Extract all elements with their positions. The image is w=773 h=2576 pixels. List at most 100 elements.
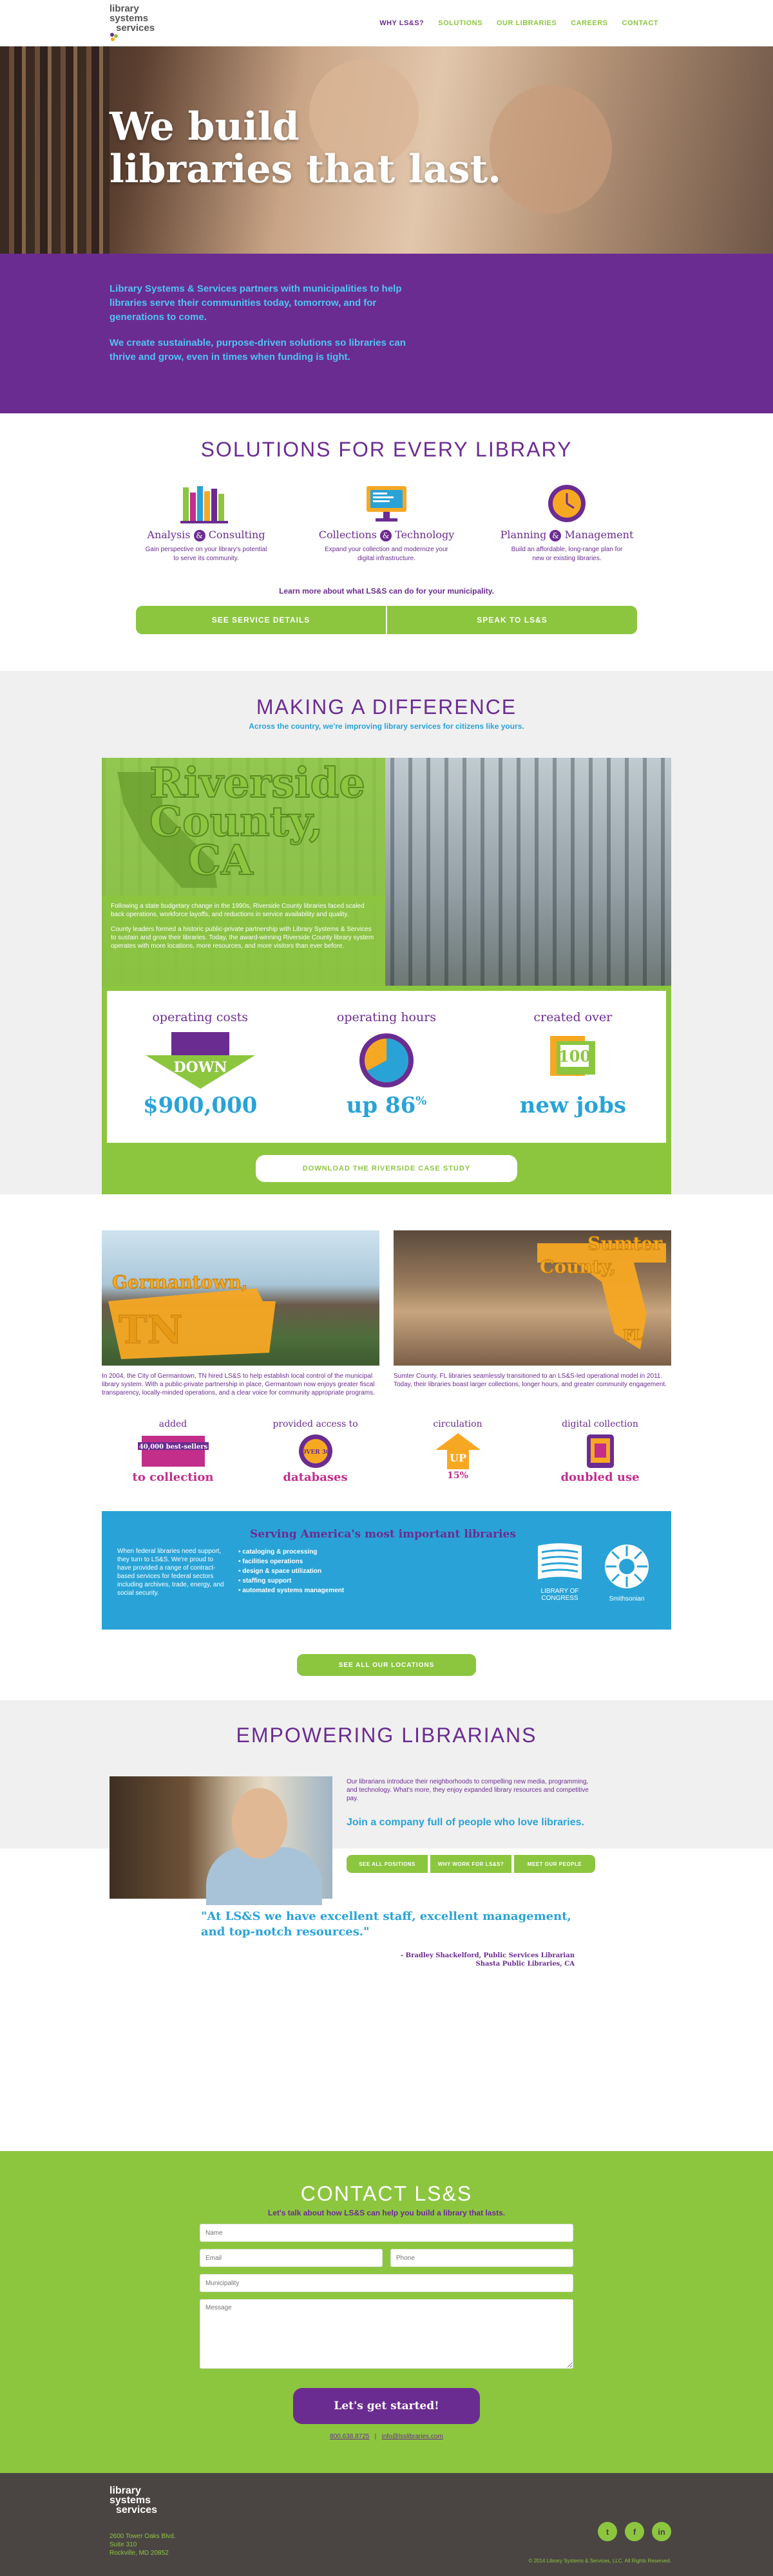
database-badge-icon: OVER 30 — [298, 1434, 332, 1468]
address-line-3: Rockville, MD 20852 — [110, 2550, 169, 2557]
nav-contact[interactable]: CONTACT — [622, 19, 658, 27]
solution-planning-word-1: Planning — [500, 529, 547, 541]
stat-caption: operating costs — [152, 1010, 248, 1024]
flag-icon — [538, 1543, 582, 1579]
mini-caption: provided access to — [272, 1419, 358, 1429]
hero-section: We build libraries that last. — [0, 46, 773, 254]
down-arrow-icon: DOWN — [145, 1032, 255, 1089]
computer-icon — [367, 486, 406, 522]
riverside-paragraph-1: Following a state budgetary change in th… — [111, 903, 365, 918]
nav-careers[interactable]: CAREERS — [571, 19, 607, 27]
solution-planning[interactable]: Planning & Management Build an affordabl… — [496, 484, 638, 563]
hero-bookshelf-image — [0, 46, 110, 254]
linkedin-icon[interactable]: in — [652, 2522, 671, 2541]
nav-solutions[interactable]: SOLUTIONS — [438, 19, 482, 27]
name-field[interactable] — [200, 2224, 573, 2242]
stat-operating-costs: operating costs DOWN $900,000 — [107, 991, 293, 1143]
solution-analysis-desc: Gain perspective on your library's poten… — [145, 546, 267, 562]
riverside-paragraph-2: County leaders formed a historic public-… — [111, 926, 374, 950]
solutions-buttons: SEE SERVICE DETAILS SPEAK TO LS&S — [136, 606, 637, 634]
sunburst-icon — [605, 1545, 649, 1588]
see-service-details-button[interactable]: SEE SERVICE DETAILS — [136, 606, 387, 634]
stat-value-number: up 86 — [346, 1093, 416, 1118]
clock-icon — [548, 485, 586, 522]
america-panel: Serving America's most important librari… — [102, 1511, 671, 1630]
up-arrow-icon: UP — [435, 1433, 481, 1469]
phone-field[interactable] — [390, 2249, 573, 2267]
riverside-library-image: Riverside County, CA Following a state b… — [102, 758, 671, 986]
twitter-icon[interactable]: t — [598, 2522, 617, 2541]
books-icon — [180, 486, 228, 523]
solution-collections[interactable]: Collections & Technology Expand your col… — [316, 484, 457, 563]
email-link[interactable]: info@lsslibraries.com — [382, 2433, 443, 2440]
sumter-text: Sumter County, FL libraries seamlessly t… — [394, 1373, 667, 1388]
sumter-case[interactable]: Sumter County, FL Sumter County, FL libr… — [394, 1230, 671, 1397]
address-line-1: 2600 Tower Oaks Blvd. — [110, 2533, 176, 2540]
why-work-button[interactable]: WHY WORK FOR LS&S? — [430, 1855, 511, 1873]
solution-collections-word-2: Technology — [395, 529, 455, 541]
librarian-photo — [110, 1776, 332, 1905]
main-nav: WHY LS&S? SOLUTIONS OUR LIBRARIES CAREER… — [379, 19, 658, 27]
intro-paragraph-1: Library Systems & Services partners with… — [110, 283, 402, 323]
stat-value: up 86% — [293, 1093, 479, 1118]
download-case-study-button[interactable]: DOWNLOAD THE RIVERSIDE CASE STUDY — [256, 1155, 517, 1182]
empowering-body: Our librarians introduce their neighborh… — [0, 1776, 773, 2151]
germantown-text: In 2004, the City of Germantown, TN hire… — [102, 1373, 375, 1396]
logo-mark-icon — [110, 33, 118, 41]
hero-headline: We build libraries that last. — [110, 106, 501, 191]
mini-stat-databases: provided access to OVER 30 databases — [244, 1419, 386, 1484]
mini-value: 15% — [447, 1471, 468, 1481]
clock-chart-icon — [359, 1033, 414, 1087]
solution-analysis-title: Analysis & Consulting — [135, 529, 277, 541]
see-all-positions-button[interactable]: SEE ALL POSITIONS — [347, 1855, 428, 1873]
america-services-list: cataloging & processing facilities opera… — [238, 1547, 344, 1595]
librarian-face — [232, 1788, 287, 1859]
footer-logo-line-1: library — [110, 2485, 141, 2496]
municipality-field[interactable] — [200, 2274, 573, 2292]
difference-title: MAKING A DIFFERENCE — [256, 695, 517, 719]
facebook-icon[interactable]: f — [625, 2522, 644, 2541]
divider: | — [371, 2433, 380, 2440]
nav-our-libraries[interactable]: OUR LIBRARIES — [497, 19, 557, 27]
mini-stat-digital: digital collection doubled use — [529, 1419, 671, 1484]
stat-operating-hours: operating hours up 86% — [293, 991, 479, 1143]
smithsonian-label: Smithsonian — [609, 1595, 645, 1603]
solution-analysis[interactable]: Analysis & Consulting Gain perspective o… — [135, 484, 277, 563]
list-item: design & space utilization — [238, 1566, 344, 1576]
contact-title: CONTACT LS&S — [300, 2182, 473, 2205]
list-item: cataloging & processing — [238, 1547, 344, 1557]
germantown-title-2: TN — [119, 1308, 183, 1353]
lets-get-started-button[interactable]: Let's get started! — [293, 2388, 480, 2424]
logo-line-3: services — [116, 23, 155, 33]
sumter-title-1: Sumter — [587, 1233, 663, 1255]
solution-planning-title: Planning & Management — [496, 529, 638, 541]
america-title: Serving America's most important librari… — [250, 1528, 516, 1541]
contact-tagline: Let's talk about how LS&S can help you b… — [267, 2208, 506, 2217]
footer-logo[interactable]: library systems services — [110, 2486, 157, 2515]
contact-section: CONTACT LS&S Let's talk about how LS&S c… — [0, 2151, 773, 2473]
site-logo[interactable]: library systems services — [110, 4, 180, 42]
meet-our-people-button[interactable]: MEET OUR PEOPLE — [514, 1855, 595, 1873]
germantown-case[interactable]: Germantown, TN In 2004, the City of Germ… — [102, 1230, 379, 1397]
solutions-list: Analysis & Consulting Gain perspective o… — [0, 484, 773, 563]
careers-buttons: SEE ALL POSITIONS WHY WORK FOR LS&S? MEE… — [347, 1855, 595, 1873]
riverside-title-line-1: Riverside — [149, 759, 366, 807]
site-footer: library systems services 2600 Tower Oaks… — [0, 2473, 773, 2576]
difference-section: MAKING A DIFFERENCE Across the country, … — [0, 671, 773, 1194]
speak-to-lss-button[interactable]: SPEAK TO LS&S — [387, 606, 637, 634]
message-field[interactable] — [200, 2299, 573, 2369]
sumter-title-2: County, — [540, 1256, 616, 1278]
footer-logo-line-3: services — [116, 2505, 158, 2515]
email-field[interactable] — [200, 2249, 383, 2267]
stat-value: $900,000 — [142, 1093, 258, 1118]
hero-line-1: We build — [110, 104, 300, 149]
footer-address: 2600 Tower Oaks Blvd. Suite 310 Rockvill… — [110, 2532, 176, 2557]
see-all-locations-button[interactable]: SEE ALL OUR LOCATIONS — [297, 1654, 476, 1676]
riverside-title-line-3: CA — [187, 836, 254, 885]
phone-link[interactable]: 800.638.8725 — [330, 2433, 369, 2440]
mini-value: databases — [283, 1471, 348, 1484]
site-header: library systems services WHY LS&S? SOLUT… — [0, 0, 773, 46]
riverside-download-bar: DOWNLOAD THE RIVERSIDE CASE STUDY — [102, 1143, 671, 1194]
mini-caption: circulation — [433, 1419, 482, 1429]
nav-why[interactable]: WHY LS&S? — [379, 19, 424, 27]
